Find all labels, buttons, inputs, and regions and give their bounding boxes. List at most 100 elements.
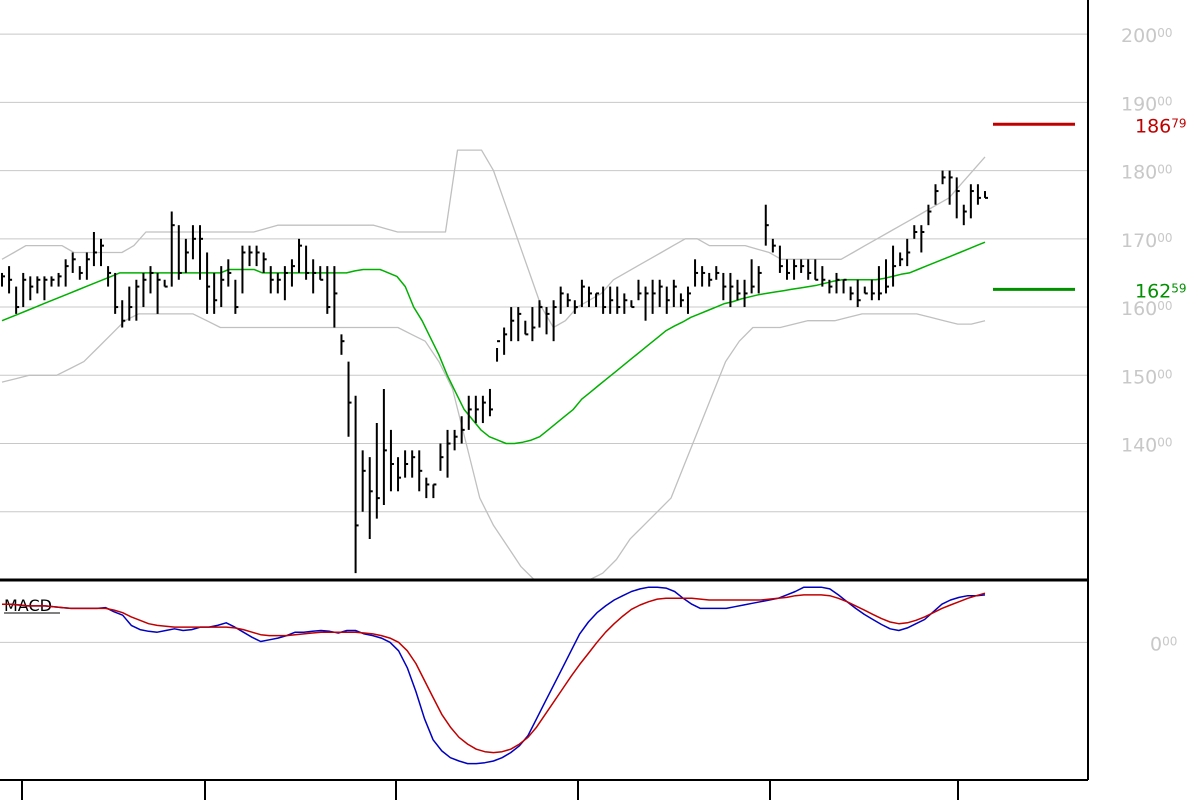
ohlc-bar — [496, 340, 501, 362]
ohlc-bar — [651, 279, 656, 314]
ohlc-bar — [722, 272, 727, 301]
ohlc-bar — [227, 259, 232, 287]
level-marker-decimal: 59 — [1171, 281, 1186, 295]
y-tick-label: 14000 — [1121, 435, 1173, 457]
macd-y-tick-label: 000 — [1150, 633, 1177, 655]
ohlc-bar — [913, 225, 918, 239]
ohlc-bar — [800, 259, 805, 273]
ohlc-bar — [305, 245, 310, 280]
ohlc-bar — [347, 361, 352, 437]
ohlc-bar — [793, 259, 798, 280]
ohlc-bar — [15, 286, 20, 314]
ohlc-bar — [672, 279, 677, 308]
ohlc-bar — [446, 429, 451, 478]
y-tick-decimal: 00 — [1157, 436, 1172, 450]
ohlc-bar — [453, 429, 458, 451]
moving-average-line — [1, 241, 986, 445]
y-tick-label: 15000 — [1121, 366, 1173, 388]
ohlc-bar — [941, 170, 946, 185]
ohlc-bar — [899, 252, 904, 267]
ohlc-bar — [948, 170, 953, 205]
ohlc-bar — [686, 286, 691, 314]
ohlc-bar — [460, 416, 465, 444]
ohlc-bar — [481, 395, 486, 424]
ohlc-bar — [375, 423, 380, 519]
ohlc-bar — [835, 272, 840, 294]
bollinger-bands — [1, 149, 986, 581]
bollinger-lower-line — [1, 313, 986, 581]
ohlc-bar — [170, 211, 175, 287]
level-marker-lower: 16259 — [993, 280, 1187, 302]
macd-panel: MACD — [2, 586, 986, 765]
level-marker-upper: 18679 — [993, 115, 1187, 137]
ohlc-bar — [616, 286, 621, 314]
ohlc-bar — [863, 286, 868, 295]
ohlc-bar — [510, 307, 515, 342]
ohlc-bar — [156, 272, 161, 314]
ohlc-bar — [934, 184, 939, 205]
ohlc-bar — [64, 259, 69, 287]
ohlc-bar — [213, 272, 218, 314]
ohlc-bar — [269, 266, 274, 294]
ohlc-bar — [623, 293, 628, 314]
chart-frame — [0, 0, 1089, 781]
level-marker-label: 18679 — [1135, 115, 1187, 137]
macd-y-tick-decimal: 00 — [1162, 634, 1177, 648]
ohlc-bar — [573, 300, 578, 314]
ohlc-bar — [665, 286, 670, 314]
ohlc-bar — [764, 204, 769, 246]
ohlc-bar — [418, 450, 423, 492]
ohlc-bar — [679, 293, 684, 308]
ohlc-bar — [984, 191, 988, 199]
ohlc-bar — [715, 266, 720, 280]
ohlc-bar — [43, 276, 48, 301]
ohlc-bar — [503, 327, 508, 355]
ohlc-bar — [177, 225, 182, 280]
ohlc-bar — [397, 457, 402, 492]
ohlc-bar — [368, 457, 373, 540]
macd-signal-line — [2, 592, 986, 754]
gridlines — [0, 33, 1088, 643]
ohlc-bar — [425, 477, 430, 499]
ohlc-bar — [382, 388, 387, 505]
ohlc-bar — [524, 320, 529, 336]
ohlc-bar — [644, 286, 649, 321]
ohlc-bar — [8, 266, 13, 294]
ohlc-bar — [128, 286, 133, 321]
y-tick-decimal: 00 — [1157, 231, 1172, 245]
ohlc-bar — [474, 395, 479, 424]
ohlc-bar — [276, 272, 281, 294]
ohlc-bars — [1, 170, 988, 574]
ohlc-bar — [191, 225, 196, 260]
ohlc-bar — [439, 443, 444, 471]
ohlc-bar — [262, 252, 267, 273]
ohlc-bar — [637, 279, 642, 301]
ohlc-bar — [184, 238, 189, 273]
ohlc-bar — [870, 279, 875, 301]
ohlc-bar — [121, 300, 126, 328]
ohlc-bar — [708, 272, 713, 287]
ohlc-bar — [566, 293, 571, 308]
y-tick-decimal: 00 — [1157, 367, 1172, 381]
ohlc-bar — [312, 259, 317, 294]
ohlc-bar — [906, 238, 911, 267]
ohlc-bar — [57, 272, 62, 287]
ohlc-bar — [807, 259, 812, 280]
ohlc-bar — [969, 184, 974, 219]
ohlc-bar — [488, 388, 493, 417]
y-tick-label: 20000 — [1121, 25, 1173, 47]
ohlc-bar — [92, 232, 97, 267]
ohlc-bar — [22, 272, 27, 308]
ohlc-bar — [163, 279, 168, 288]
ohlc-bar — [333, 266, 338, 328]
y-tick-label: 17000 — [1121, 230, 1173, 252]
ohlc-bar — [962, 204, 967, 226]
ohlc-bar — [955, 177, 960, 219]
ohlc-bar — [892, 245, 897, 287]
ohlc-bar — [234, 279, 239, 314]
ohlc-bar — [531, 307, 536, 342]
ohlc-bar — [78, 266, 83, 280]
ohlc-bar — [248, 245, 253, 267]
ohlc-bar — [884, 259, 889, 294]
ohlc-bar — [361, 450, 366, 512]
